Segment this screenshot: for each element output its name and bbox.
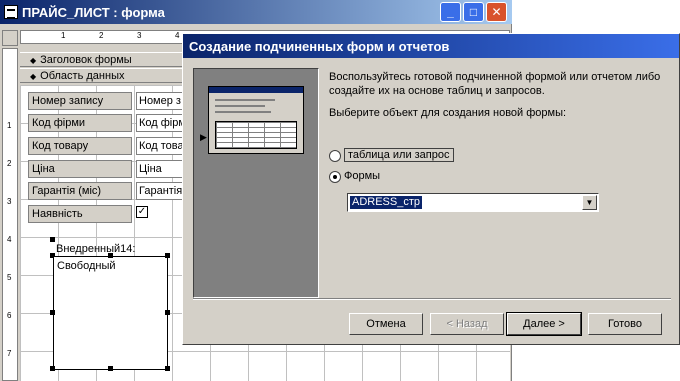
subform-control[interactable]: Свободный (53, 256, 168, 370)
ruler-mark: 4 (175, 31, 180, 40)
back-button[interactable]: < Назад (430, 313, 504, 335)
form-select-value: ADRESS_стр (350, 196, 423, 209)
chevron-down-icon[interactable]: ▼ (582, 195, 597, 210)
ruler-mark: 3 (7, 197, 12, 206)
field-label[interactable]: Код фірми (28, 114, 132, 132)
ruler-mark: 7 (7, 349, 12, 358)
field-label[interactable]: Номер запису (28, 92, 132, 110)
tables-radio[interactable] (329, 150, 341, 162)
subform-label[interactable]: Внедренный14: (56, 243, 135, 255)
form-select[interactable]: ADRESS_стр ▼ (347, 193, 599, 212)
resize-handle[interactable] (165, 253, 170, 258)
forms-radio[interactable] (329, 171, 341, 183)
dialog-titlebar[interactable]: Создание подчиненных форм и отчетов (183, 34, 679, 58)
field-label[interactable]: Гарантія (міс) (28, 182, 132, 200)
subform-text: Свободный (57, 260, 116, 272)
resize-handle[interactable] (50, 310, 55, 315)
subform-wizard-dialog: Создание подчиненных форм и отчетов ▶ Во… (182, 33, 680, 345)
dialog-separator (193, 298, 671, 300)
field-label[interactable]: Ціна (28, 160, 132, 178)
ruler-mark: 3 (137, 31, 142, 40)
form-preview-icon (208, 86, 304, 154)
maximize-button[interactable]: □ (463, 2, 484, 22)
vertical-ruler[interactable]: 1 2 3 4 5 6 7 (2, 48, 18, 381)
ruler-mark: 6 (7, 311, 12, 320)
resize-handle[interactable] (165, 366, 170, 371)
close-button[interactable]: ✕ (486, 2, 507, 22)
resize-handle[interactable] (108, 253, 113, 258)
form-window-titlebar[interactable]: ПРАЙС_ЛИСТ : форма (0, 0, 512, 24)
field-label[interactable]: Код товару (28, 137, 132, 155)
forms-radio-label[interactable]: Формы (344, 170, 380, 182)
tables-radio-label[interactable]: таблица или запрос (344, 148, 454, 162)
resize-handle[interactable] (50, 366, 55, 371)
ruler-mark: 5 (7, 273, 12, 282)
availability-checkbox[interactable]: ✓ (136, 206, 148, 218)
finish-button[interactable]: Готово (588, 313, 662, 335)
form-window-title: ПРАЙС_ЛИСТ : форма (22, 4, 165, 20)
ruler-mark: 2 (7, 159, 12, 168)
ruler-mark: 1 (7, 121, 12, 130)
resize-handle[interactable] (108, 366, 113, 371)
checkbox-label[interactable]: Наявність (28, 205, 132, 223)
pointer-arrow-icon: ▶ (200, 132, 207, 142)
dialog-intro-text: Воспользуйтесь готовой подчиненной формо… (329, 71, 661, 97)
ruler-corner[interactable] (2, 30, 18, 46)
next-button[interactable]: Далее > (506, 312, 582, 336)
resize-handle[interactable] (165, 310, 170, 315)
minimize-button[interactable]: _ (440, 2, 461, 22)
dialog-title: Создание подчиненных форм и отчетов (189, 38, 450, 54)
dialog-prompt-text: Выберите объект для создания новой формы… (329, 107, 567, 119)
ruler-mark: 2 (99, 31, 104, 40)
ruler-mark: 4 (7, 235, 12, 244)
ruler-mark: 1 (61, 31, 66, 40)
form-window-icon[interactable] (4, 5, 18, 19)
cancel-button[interactable]: Отмена (349, 313, 423, 335)
resize-handle[interactable] (50, 237, 55, 242)
